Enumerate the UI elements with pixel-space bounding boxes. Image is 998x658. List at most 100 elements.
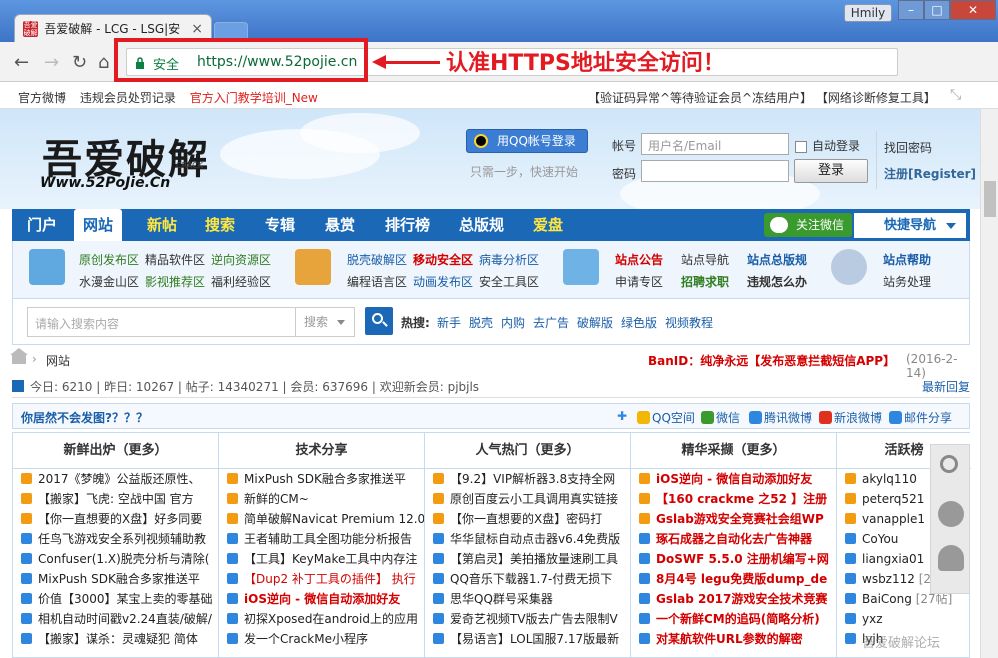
- thread-row[interactable]: iOS逆向 - 微信自动添加好友: [631, 469, 836, 489]
- hot-search-link[interactable]: 视频教程: [665, 314, 713, 331]
- thread-row[interactable]: 对某航软件URL参数的解密: [631, 629, 836, 649]
- forum-link[interactable]: 原创发布区: [79, 251, 139, 268]
- profile-button[interactable]: Hmily: [844, 4, 892, 22]
- thread-row[interactable]: 【Dup2 补丁工具の插件】 执行: [219, 569, 424, 589]
- thread-row[interactable]: 【你一直想要的X盘】好多同要: [13, 509, 218, 529]
- thread-row[interactable]: 初探Xposed在android上的应用: [219, 609, 424, 629]
- hot-search-link[interactable]: 绿色版: [621, 314, 657, 331]
- forum-link[interactable]: 福利经验区: [211, 273, 271, 290]
- forum-link[interactable]: 逆向资源区: [211, 251, 271, 268]
- thread-row[interactable]: 【9.2】VIP解析器3.8支持全网: [425, 469, 630, 489]
- thread-row[interactable]: Gslab游戏安全竞赛社会组WP: [631, 509, 836, 529]
- thread-row[interactable]: QQ音乐下载器1.7-付费无损下: [425, 569, 630, 589]
- hot-search-link[interactable]: 破解版: [577, 314, 613, 331]
- forum-link[interactable]: 申请专区: [615, 273, 663, 290]
- share-qzone[interactable]: QQ空间: [637, 409, 695, 426]
- collapse-icon[interactable]: ⤡: [950, 87, 961, 103]
- training-link[interactable]: 官方入门教学培训_New: [190, 91, 318, 105]
- thread-row[interactable]: 【你一直想要的X盘】密码打: [425, 509, 630, 529]
- nav-search[interactable]: 搜索: [196, 209, 244, 241]
- scrollbar-thumb[interactable]: [984, 181, 996, 217]
- forum-link[interactable]: 招聘求职: [681, 273, 729, 290]
- column-title[interactable]: 精华采撷（更多）: [631, 433, 836, 469]
- thread-row[interactable]: 发一个CrackMe小程序: [219, 629, 424, 649]
- active-user-row[interactable]: yxz: [837, 609, 971, 629]
- nav-ranking[interactable]: 排行榜: [376, 209, 439, 241]
- user-icon[interactable]: [938, 545, 964, 571]
- nav-site[interactable]: 网站: [74, 209, 123, 241]
- forum-link[interactable]: 水漫金山区: [79, 273, 139, 290]
- search-button[interactable]: [365, 307, 393, 335]
- close-window-button[interactable]: ✕: [950, 0, 996, 20]
- nav-rules[interactable]: 总版规: [450, 209, 513, 241]
- thread-row[interactable]: Gslab 2017游戏安全技术竞赛: [631, 589, 836, 609]
- thread-row[interactable]: 琢石成器之自动化去广告神器: [631, 529, 836, 549]
- wechat-icon[interactable]: [938, 501, 964, 527]
- thread-row[interactable]: 爱奇艺视频TV版去广告去限制V: [425, 609, 630, 629]
- share-email[interactable]: 邮件分享: [889, 409, 952, 426]
- thread-row[interactable]: 王者辅助工具全图功能分析报告: [219, 529, 424, 549]
- thread-row[interactable]: 简单破解Navicat Premium 12.0: [219, 509, 424, 529]
- search-icon[interactable]: [940, 455, 958, 473]
- thread-row[interactable]: 2017《梦魄》公益版还原性、: [13, 469, 218, 489]
- minimize-button[interactable]: –: [898, 0, 924, 20]
- thread-row[interactable]: 相机自动时间戳v2.24直装/破解/: [13, 609, 218, 629]
- quick-nav-dropdown[interactable]: 快捷导航: [854, 213, 966, 238]
- register-link[interactable]: 注册[Register]: [884, 165, 976, 182]
- thread-row[interactable]: 8月4号 legu免费版dump_de: [631, 569, 836, 589]
- thread-row[interactable]: 华华鼠标自动点击器v6.4免费版: [425, 529, 630, 549]
- forum-link[interactable]: 站点公告: [615, 251, 663, 268]
- hot-search-link[interactable]: 内购: [501, 314, 525, 331]
- forum-link[interactable]: 脱壳破解区: [347, 251, 407, 268]
- thread-row[interactable]: 价值【3000】某宝上卖的零基础: [13, 589, 218, 609]
- maximize-button[interactable]: □: [924, 0, 950, 20]
- account-input[interactable]: 用户名/Email: [641, 133, 789, 155]
- vertical-scrollbar[interactable]: [980, 109, 998, 658]
- forward-icon[interactable]: →: [44, 52, 59, 73]
- forum-link[interactable]: 站务处理: [883, 273, 931, 290]
- forum-link[interactable]: 动画发布区: [413, 273, 473, 290]
- thread-row[interactable]: 【160 crackme 之52 】注册: [631, 489, 836, 509]
- notice-right-links[interactable]: 【验证码异常^等待验证会员^冻结用户】 【网络诊断修复工具】: [588, 89, 936, 106]
- ban-notice[interactable]: BanID：纯净永远【发布恶意拦截短信APP】: [648, 352, 895, 369]
- back-icon[interactable]: ←: [14, 52, 29, 73]
- weibo-link[interactable]: 官方微博: [18, 91, 66, 105]
- forum-link[interactable]: 站点导航: [681, 251, 729, 268]
- hot-search-link[interactable]: 脱壳: [469, 314, 493, 331]
- thread-row[interactable]: 任鸟飞游戏安全系列视频辅助教: [13, 529, 218, 549]
- thread-row[interactable]: 原创百度云小工具调用真实链接: [425, 489, 630, 509]
- auto-login-checkbox[interactable]: [795, 141, 807, 153]
- nav-new[interactable]: 新帖: [138, 209, 186, 241]
- login-button[interactable]: 登录: [794, 159, 868, 183]
- forum-link[interactable]: 病毒分析区: [479, 251, 539, 268]
- thread-row[interactable]: 【第启灵】美拍播放量速刷工具: [425, 549, 630, 569]
- thread-row[interactable]: 思华QQ群号采集器: [425, 589, 630, 609]
- thread-row[interactable]: iOS逆向 - 微信自动添加好友: [219, 589, 424, 609]
- thread-row[interactable]: Confuser(1.X)脱壳分析与清除(: [13, 549, 218, 569]
- share-wechat[interactable]: 微信: [701, 409, 740, 426]
- thread-row[interactable]: 一个新鲜CM的追码(简略分析): [631, 609, 836, 629]
- nav-aipan[interactable]: 爱盘: [524, 209, 572, 241]
- home-icon[interactable]: ⌂: [98, 52, 109, 73]
- forum-link[interactable]: 站点总版规: [747, 251, 807, 268]
- thread-row[interactable]: MixPush SDK融合多家推送平: [219, 469, 424, 489]
- search-type-select[interactable]: 搜索: [295, 308, 353, 336]
- forum-link[interactable]: 违规怎么办: [747, 273, 807, 290]
- reload-icon[interactable]: ↻: [72, 52, 87, 73]
- newest-replies-link[interactable]: 最新回复: [922, 378, 970, 395]
- forum-link[interactable]: 站点帮助: [883, 251, 931, 268]
- how-to-post-image-link[interactable]: 你居然不会发图?？？？: [21, 409, 148, 426]
- forum-link[interactable]: 精品软件区: [145, 251, 205, 268]
- forum-link[interactable]: 移动安全区: [413, 251, 473, 268]
- close-tab-icon[interactable]: ×: [191, 21, 203, 37]
- column-title[interactable]: 技术分享: [219, 433, 424, 469]
- wechat-follow-button[interactable]: 关注微信: [764, 213, 852, 237]
- thread-row[interactable]: 【易语言】LOL国服7.17版最新: [425, 629, 630, 649]
- thread-row[interactable]: 新鲜的CM~: [219, 489, 424, 509]
- forum-link[interactable]: 安全工具区: [479, 273, 539, 290]
- thread-row[interactable]: 【搬家】飞虎: 空战中国 官方: [13, 489, 218, 509]
- hot-search-link[interactable]: 去广告: [533, 314, 569, 331]
- forum-link[interactable]: 编程语言区: [347, 273, 407, 290]
- share-sina-weibo[interactable]: 新浪微博: [819, 409, 882, 426]
- password-input[interactable]: [641, 160, 789, 182]
